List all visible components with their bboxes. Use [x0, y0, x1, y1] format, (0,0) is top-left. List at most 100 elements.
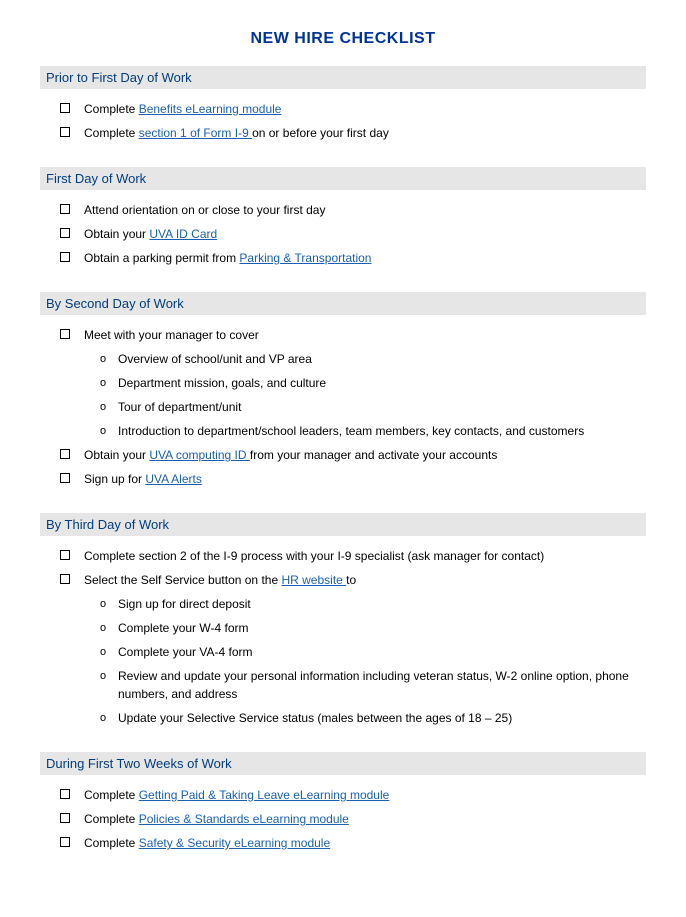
text-span: from your manager and activate your acco…	[250, 448, 497, 462]
text-span: Complete	[84, 836, 139, 850]
subitem-text: Tour of department/unit	[118, 398, 646, 416]
text-span: Meet with your manager to cover	[84, 328, 259, 342]
subitem-text: Review and update your personal informat…	[118, 667, 646, 703]
checklist-item: Meet with your manager to cover	[40, 323, 646, 347]
subitem-text: Complete your W-4 form	[118, 619, 646, 637]
sublist: oOverview of school/unit and VP areaoDep…	[40, 347, 646, 443]
section: By Second Day of Work Meet with your mana…	[40, 292, 646, 491]
subitem: oDepartment mission, goals, and culture	[100, 371, 646, 395]
section-header: Prior to First Day of Work	[40, 66, 646, 89]
link[interactable]: Benefits eLearning module	[139, 102, 282, 116]
item-text: Obtain a parking permit from Parking & T…	[84, 249, 646, 267]
item-text: Obtain your UVA computing ID from your m…	[84, 446, 646, 464]
text-span: to	[346, 573, 356, 587]
checklist-item: Obtain your UVA computing ID from your m…	[40, 443, 646, 467]
checklist-item: Select the Self Service button on the HR…	[40, 568, 646, 592]
subitem: oTour of department/unit	[100, 395, 646, 419]
checkbox-icon[interactable]	[60, 252, 70, 262]
text-span: Complete	[84, 788, 139, 802]
checkbox-icon[interactable]	[60, 449, 70, 459]
checklist-item: Obtain a parking permit from Parking & T…	[40, 246, 646, 270]
section-header: First Day of Work	[40, 167, 646, 190]
item-text: Complete section 1 of Form I-9 on or bef…	[84, 124, 646, 142]
item-text: Complete Getting Paid & Taking Leave eLe…	[84, 786, 646, 804]
checkbox-icon[interactable]	[60, 204, 70, 214]
circle-bullet-icon: o	[100, 643, 118, 661]
checkbox-icon[interactable]	[60, 228, 70, 238]
section-header: By Third Day of Work	[40, 513, 646, 536]
checklist-item: Attend orientation on or close to your f…	[40, 198, 646, 222]
checkbox-icon[interactable]	[60, 473, 70, 483]
checkbox-icon[interactable]	[60, 127, 70, 137]
checkbox-icon[interactable]	[60, 550, 70, 560]
subitem-text: Complete your VA-4 form	[118, 643, 646, 661]
item-text: Complete Safety & Security eLearning mod…	[84, 834, 646, 852]
section-header: During First Two Weeks of Work	[40, 752, 646, 775]
section: Prior to First Day of Work Complete Benef…	[40, 66, 646, 145]
subitem-text: Department mission, goals, and culture	[118, 374, 646, 392]
checklist-item: Obtain your UVA ID Card	[40, 222, 646, 246]
link[interactable]: Parking & Transportation	[239, 251, 371, 265]
circle-bullet-icon: o	[100, 619, 118, 637]
circle-bullet-icon: o	[100, 422, 118, 440]
text-span: Obtain your	[84, 227, 149, 241]
page-title: NEW HIRE CHECKLIST	[40, 30, 646, 48]
item-text: Select the Self Service button on the HR…	[84, 571, 646, 589]
item-text: Attend orientation on or close to your f…	[84, 201, 646, 219]
subitem-text: Introduction to department/school leader…	[118, 422, 646, 440]
item-text: Complete section 2 of the I-9 process wi…	[84, 547, 646, 565]
subitem-text: Sign up for direct deposit	[118, 595, 646, 613]
checklist-item: Complete Benefits eLearning module	[40, 97, 646, 121]
subitem-text: Overview of school/unit and VP area	[118, 350, 646, 368]
checkbox-icon[interactable]	[60, 789, 70, 799]
checkbox-icon[interactable]	[60, 837, 70, 847]
circle-bullet-icon: o	[100, 398, 118, 416]
link[interactable]: Policies & Standards eLearning module	[139, 812, 349, 826]
link[interactable]: UVA ID Card	[149, 227, 217, 241]
item-text: Meet with your manager to cover	[84, 326, 646, 344]
text-span: on or before your first day	[252, 126, 389, 140]
checkbox-icon[interactable]	[60, 813, 70, 823]
item-text: Complete Benefits eLearning module	[84, 100, 646, 118]
subitem-text: Update your Selective Service status (ma…	[118, 709, 646, 727]
circle-bullet-icon: o	[100, 374, 118, 392]
circle-bullet-icon: o	[100, 595, 118, 613]
checklist-item: Sign up for UVA Alerts	[40, 467, 646, 491]
checklist-item: Complete section 1 of Form I-9 on or bef…	[40, 121, 646, 145]
text-span: Obtain a parking permit from	[84, 251, 239, 265]
section: By Third Day of Work Complete section 2 o…	[40, 513, 646, 730]
link[interactable]: Safety & Security eLearning module	[139, 836, 330, 850]
sublist: oSign up for direct depositoComplete you…	[40, 592, 646, 730]
subitem: oIntroduction to department/school leade…	[100, 419, 646, 443]
section: During First Two Weeks of Work Complete G…	[40, 752, 646, 855]
text-span: Sign up for	[84, 472, 145, 486]
checkbox-icon[interactable]	[60, 574, 70, 584]
checklist-item: Complete Safety & Security eLearning mod…	[40, 831, 646, 855]
subitem: oOverview of school/unit and VP area	[100, 347, 646, 371]
link[interactable]: section 1 of Form I-9	[139, 126, 252, 140]
subitem: oComplete your VA-4 form	[100, 640, 646, 664]
checkbox-icon[interactable]	[60, 103, 70, 113]
checklist-item: Complete Getting Paid & Taking Leave eLe…	[40, 783, 646, 807]
link[interactable]: UVA Alerts	[145, 472, 201, 486]
link[interactable]: HR website	[281, 573, 346, 587]
text-span: Obtain your	[84, 448, 149, 462]
text-span: Select the Self Service button on the	[84, 573, 281, 587]
section-header: By Second Day of Work	[40, 292, 646, 315]
text-span: Complete	[84, 812, 139, 826]
checkbox-icon[interactable]	[60, 329, 70, 339]
subitem: oSign up for direct deposit	[100, 592, 646, 616]
checklist-item: Complete Policies & Standards eLearning …	[40, 807, 646, 831]
link[interactable]: Getting Paid & Taking Leave eLearning mo…	[139, 788, 390, 802]
text-span: Complete	[84, 102, 139, 116]
subitem: oComplete your W-4 form	[100, 616, 646, 640]
link[interactable]: UVA computing ID	[149, 448, 250, 462]
subitem: oUpdate your Selective Service status (m…	[100, 706, 646, 730]
item-text: Sign up for UVA Alerts	[84, 470, 646, 488]
text-span: Complete	[84, 126, 139, 140]
subitem: oReview and update your personal informa…	[100, 664, 646, 706]
circle-bullet-icon: o	[100, 709, 118, 727]
item-text: Obtain your UVA ID Card	[84, 225, 646, 243]
sections-container: Prior to First Day of Work Complete Benef…	[40, 66, 646, 855]
text-span: Complete section 2 of the I-9 process wi…	[84, 549, 544, 563]
